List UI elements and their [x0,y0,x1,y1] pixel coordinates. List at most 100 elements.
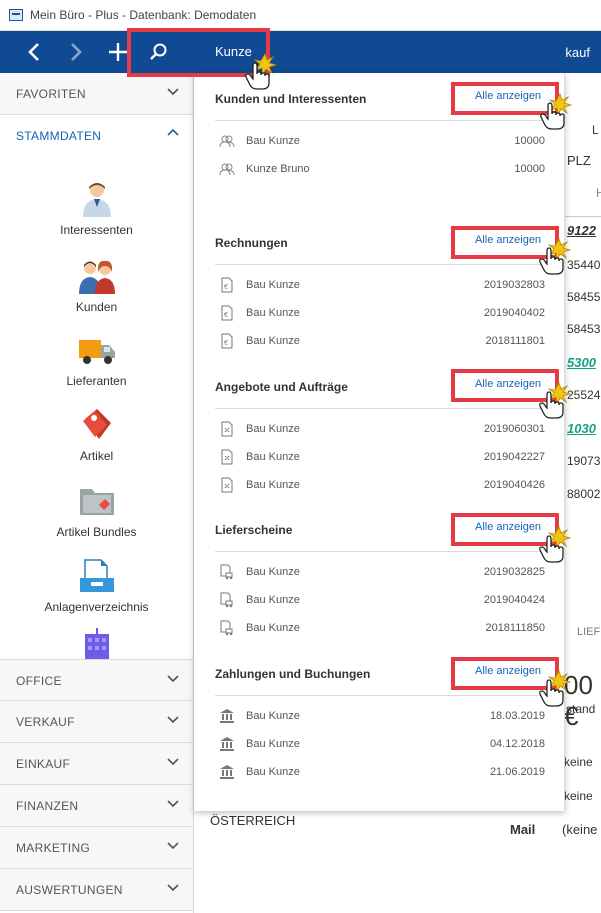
search-input[interactable]: Kunze [215,44,252,59]
back-icon[interactable] [16,31,52,73]
chevron-down-icon [167,758,179,766]
result-row[interactable]: Bau Kunze 04.12.2018 [215,735,545,755]
column-header-h: H [596,186,601,200]
result-row[interactable]: Bau Kunze 2019060301 [215,420,545,440]
bank-icon [219,764,235,780]
add-icon[interactable] [100,31,136,73]
country-label: ÖSTERREICH [210,813,296,828]
sidebar-item-folder[interactable]: Artikel Bundles [0,483,193,539]
customer-icon [219,133,235,149]
window-title: Mein Büro - Plus - Datenbank: Demodaten [30,8,257,22]
sidebar-item-customers[interactable]: Kunden [0,258,193,314]
result-row[interactable]: Kunze Bruno 10000 [215,160,545,180]
tab-lief[interactable]: LIEF [577,626,600,638]
sidebar-section-office[interactable]: OFFICE [0,659,193,701]
title-bar: Mein Büro - Plus - Datenbank: Demodaten [0,0,601,31]
sidebar-item-tag[interactable]: Artikel [0,407,193,463]
keine-label-1: keine [564,755,593,769]
delivery-note-icon [219,620,235,636]
result-row[interactable]: Bau Kunze 2019032825 [215,563,545,583]
plz-cell[interactable]: 1030 [567,421,596,436]
result-row[interactable]: € Bau Kunze 2019040402 [215,304,545,324]
sidebar: FAVORITEN STAMMDATEN Interessenten Kunden Li… [0,73,194,913]
column-header-extra: L [592,123,599,137]
amount-value: 00 € [564,670,593,731]
show-all-link[interactable]: Alle anzeigen [475,90,541,102]
app-icon [9,9,23,21]
truck-icon [77,332,117,368]
result-row[interactable]: Bau Kunze 2019040424 [215,591,545,611]
result-row[interactable]: Bau Kunze 10000 [215,132,545,152]
offer-icon [219,449,235,465]
chevron-down-icon [167,675,179,683]
chevron-down-icon [167,842,179,850]
folder-icon [77,483,117,519]
section-divider [215,120,552,121]
invoice-icon: € [219,333,235,349]
show-all-link[interactable]: Alle anzeigen [475,234,541,246]
mail-label: Mail [510,822,536,837]
result-section-title: Rechnungen [215,236,288,250]
sidebar-section-favoriten[interactable]: FAVORITEN [0,73,193,115]
result-section-title: Zahlungen und Buchungen [215,667,371,681]
chevron-down-icon [167,88,179,96]
tag-icon [77,407,117,443]
plz-cell[interactable]: 9122 [567,223,596,238]
result-row[interactable]: Bau Kunze 18.03.2019 [215,707,545,727]
result-row[interactable]: Bau Kunze 2019040426 [215,476,545,496]
sidebar-section-einkauf[interactable]: EINKAUF [0,743,193,785]
plz-cell[interactable]: 88002 [567,487,600,501]
result-row[interactable]: Bau Kunze 2018111850 [215,619,545,639]
chevron-up-icon [167,128,179,136]
show-all-link[interactable]: Alle anzeigen [475,665,541,677]
chevron-down-icon [167,800,179,808]
search-results-panel: Kunden und Interessenten Alle anzeigen Bau… [194,73,565,811]
stand-label: stand [566,702,596,716]
result-row[interactable]: € Bau Kunze 2019032803 [215,276,545,296]
main-toolbar: Kunze kauf [0,31,601,73]
sidebar-section-finanzen[interactable]: FINANZEN [0,785,193,827]
sidebar-section-marketing[interactable]: MARKETING [0,827,193,869]
bank-icon [219,708,235,724]
plz-cell[interactable]: 35440 [567,258,600,272]
bank-icon [219,736,235,752]
sidebar-item-truck[interactable]: Lieferanten [0,332,193,388]
forward-icon[interactable] [58,31,94,73]
plz-cell[interactable]: 25524 [567,388,600,402]
sidebar-section-stammdaten[interactable]: STAMMDATEN [0,115,193,157]
section-divider [215,551,552,552]
plz-cell[interactable]: 58455 [567,290,600,304]
show-all-link[interactable]: Alle anzeigen [475,378,541,390]
search-icon[interactable] [141,31,177,73]
result-row[interactable]: € Bau Kunze 2018111801 [215,332,545,352]
invoice-icon: € [219,305,235,321]
plz-cell[interactable]: 5300 [567,355,596,370]
sidebar-item-person[interactable]: Interessenten [0,181,193,237]
customers-icon [77,258,117,294]
plz-cell[interactable]: 19073 [567,454,600,468]
result-row[interactable]: Bau Kunze 21.06.2019 [215,763,545,783]
result-section-title: Angebote und Aufträge [215,380,348,394]
result-section-title: Lieferscheine [215,523,293,537]
section-divider [215,695,552,696]
result-section-title: Kunden und Interessenten [215,92,367,106]
sidebar-section-verkauf[interactable]: VERKAUF [0,701,193,743]
plz-cell[interactable]: 58453 [567,322,600,336]
building-icon [77,628,117,660]
invoice-icon: € [219,277,235,293]
section-divider [215,408,552,409]
toolbar-right-label: kauf [565,45,590,60]
offer-icon [219,477,235,493]
result-row[interactable]: Bau Kunze 2019042227 [215,448,545,468]
offer-icon [219,421,235,437]
section-divider [215,264,552,265]
svg-text:€: € [224,340,228,347]
sidebar-item-inventory[interactable]: Anlagenverzeichnis [0,558,193,614]
inventory-icon [77,558,117,594]
show-all-link[interactable]: Alle anzeigen [475,521,541,533]
sidebar-item-building[interactable] [0,628,193,660]
column-header-plz[interactable]: PLZ [567,153,591,168]
customer-icon [219,161,235,177]
sidebar-section-auswertungen[interactable]: AUSWERTUNGEN [0,869,193,911]
chevron-down-icon [167,716,179,724]
